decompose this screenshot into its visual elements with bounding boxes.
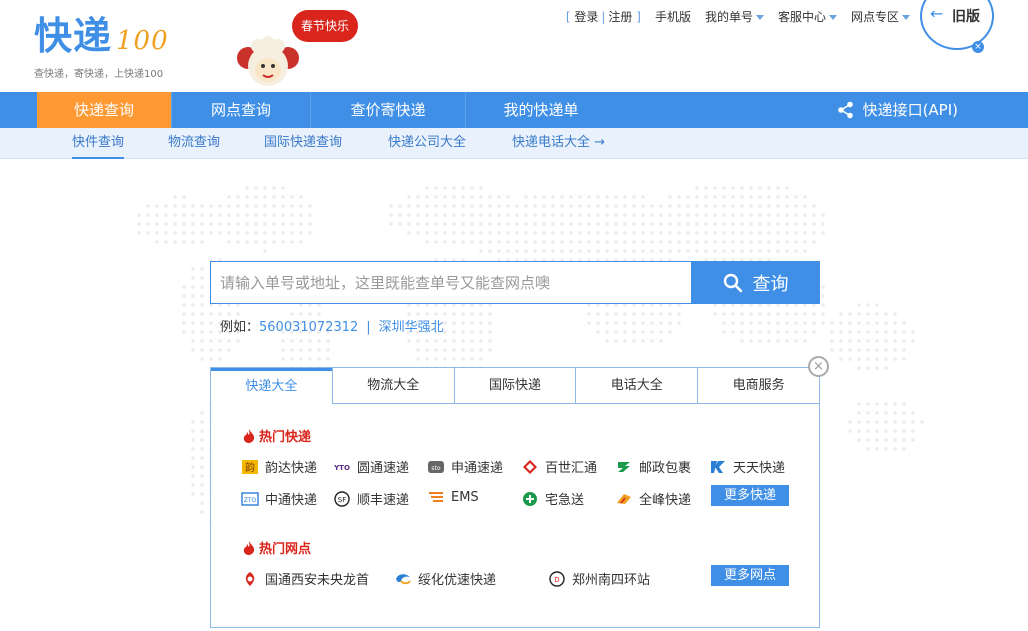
share-icon	[837, 101, 853, 119]
yuantong-logo-icon: YTO	[333, 464, 350, 472]
chevron-down-icon	[755, 15, 764, 20]
outlet-zhengzhou-nansihuan[interactable]: D 郑州南四环站	[548, 569, 650, 588]
arrow-right-icon: →	[594, 135, 606, 150]
sheep-mascot-icon	[237, 36, 299, 86]
example-number-link[interactable]: 560031072312	[259, 320, 358, 335]
subtab-parcel-query[interactable]: 快件查询	[72, 128, 125, 159]
panel-tabs: 快递大全 物流大全 国际快递 电话大全 电商服务	[211, 368, 819, 404]
sub-nav: 快件查询 物流查询 国际快递查询 快递公司大全 快递电话大全 →	[0, 128, 1028, 159]
outlet-guotong-xian[interactable]: 国通西安未央龙首	[241, 569, 369, 588]
outlet-logo-icon: D	[549, 570, 565, 587]
subtab-phone-list[interactable]: 快递电话大全 →	[512, 128, 605, 159]
chevron-down-icon	[828, 15, 837, 20]
svg-text:ZTO: ZTO	[244, 497, 257, 504]
panel-tab-phone[interactable]: 电话大全	[575, 368, 698, 404]
panel-tab-express[interactable]: 快递大全	[211, 368, 332, 404]
hot-outlets-title: 热门网点	[243, 538, 311, 557]
shentong-logo-icon: sto	[428, 460, 444, 473]
zhaijisong-logo-icon	[523, 491, 537, 506]
tab-price-send[interactable]: 查价寄快递	[311, 92, 465, 128]
tiantian-logo-icon	[711, 460, 725, 473]
service-menu[interactable]: 客服中心	[778, 8, 837, 25]
zhongtong-logo-icon: ZTO	[241, 491, 259, 506]
tab-outlet-query[interactable]: 网点查询	[172, 92, 310, 128]
my-orders-menu[interactable]: 我的单号	[705, 8, 764, 25]
outlet-suihua-yousu[interactable]: 绥化优速快递	[394, 569, 496, 588]
panel-tab-ecommerce[interactable]: 电商服务	[697, 368, 819, 404]
subtab-intl-query[interactable]: 国际快递查询	[264, 128, 342, 159]
login-register: [ 登录 | 注册 ]	[565, 10, 641, 24]
register-link[interactable]: 注册	[608, 10, 632, 24]
svg-text:YTO: YTO	[333, 464, 350, 472]
ems-logo-icon	[429, 492, 443, 502]
subtab-logistics-query[interactable]: 物流查询	[168, 128, 220, 159]
example-place-link[interactable]: 深圳华强北	[379, 320, 444, 335]
api-link[interactable]: 快递接口(API)	[837, 92, 958, 128]
search-example: 例如：560031072312 | 深圳华强北	[220, 320, 444, 335]
search-box: 查询	[210, 261, 820, 304]
logo-100: 100	[116, 26, 169, 56]
chevron-down-icon	[902, 15, 910, 20]
tab-express-query[interactable]: 快递查询	[37, 92, 171, 128]
mobile-link[interactable]: 手机版	[655, 8, 691, 25]
login-link[interactable]: 登录	[574, 10, 598, 24]
logo[interactable]: 快递 100 查快递，寄快递，上快递100	[34, 14, 169, 80]
express-panel: 快递大全 物流大全 国际快递 电话大全 电商服务 热门快递 韵韵达快递 YTO 圆…	[210, 367, 820, 628]
more-express-button[interactable]: 更多快递	[711, 485, 789, 506]
subtab-company-list[interactable]: 快递公司大全	[388, 128, 466, 159]
svg-text:韵: 韵	[245, 461, 255, 474]
express-ems-parcel[interactable]: 邮政包裹	[615, 457, 691, 476]
yousu-logo-icon	[396, 573, 411, 584]
svg-text:SF: SF	[338, 496, 346, 504]
express-shentong[interactable]: sto 申通速递	[427, 457, 503, 476]
greeting-bubble: 春节快乐	[292, 10, 358, 42]
svg-text:sto: sto	[431, 465, 440, 472]
panel-tab-international[interactable]: 国际快递	[453, 368, 576, 404]
main-nav: 快递查询 网点查询 查价寄快递 我的快递单 快递接口(API)	[0, 92, 1028, 128]
close-icon[interactable]: ×	[972, 41, 984, 53]
tab-my-orders[interactable]: 我的快递单	[466, 92, 616, 128]
more-outlets-button[interactable]: 更多网点	[711, 565, 789, 586]
express-ems[interactable]: EMS	[427, 489, 479, 505]
express-baishi[interactable]: 百世汇通	[521, 457, 597, 476]
express-zhaijisong[interactable]: 宅急送	[521, 489, 584, 508]
panel-close-icon[interactable]: ×	[808, 356, 829, 377]
shunfeng-logo-icon: SF	[334, 490, 350, 507]
guotong-logo-icon	[245, 571, 255, 586]
panel-tab-logistics[interactable]: 物流大全	[331, 368, 454, 404]
arrow-left-icon: ←	[930, 4, 944, 23]
logo-text: 快递	[34, 14, 113, 58]
yunda-logo-icon: 韵	[242, 459, 258, 474]
page: 快递 100 查快递，寄快递，上快递100 春节快乐 [ 登录 | 注册 ] 手机版 …	[0, 0, 1028, 631]
api-label: 快递接口(API)	[862, 101, 958, 119]
old-version-label: 旧版	[952, 9, 980, 25]
svg-text:D: D	[554, 576, 559, 584]
search-button[interactable]: 查询	[691, 261, 820, 304]
express-zhongtong[interactable]: ZTO 中通快递	[241, 489, 317, 508]
express-yunda[interactable]: 韵韵达快递	[241, 457, 317, 476]
top-nav: [ 登录 | 注册 ] 手机版 我的单号 客服中心 网点专区	[566, 8, 910, 25]
express-yuantong[interactable]: YTO 圆通速递	[333, 457, 409, 476]
express-shunfeng[interactable]: SF 顺丰速递	[333, 489, 409, 508]
express-tiantian[interactable]: 天天快递	[709, 457, 785, 476]
flame-icon	[243, 540, 255, 555]
china-post-logo-icon	[618, 461, 630, 472]
flame-icon	[243, 428, 255, 443]
logo-slogan: 查快递，寄快递，上快递100	[34, 69, 164, 80]
express-quanfeng[interactable]: 全峰快递	[615, 489, 691, 508]
quanfeng-logo-icon	[617, 493, 631, 504]
search-input[interactable]	[210, 261, 691, 304]
hot-express-title: 热门快递	[243, 426, 311, 445]
outlets-menu[interactable]: 网点专区	[851, 8, 910, 25]
baishi-logo-icon	[523, 459, 537, 474]
old-version-button[interactable]: ← 旧版 ×	[920, 0, 994, 53]
search-icon	[723, 273, 742, 292]
